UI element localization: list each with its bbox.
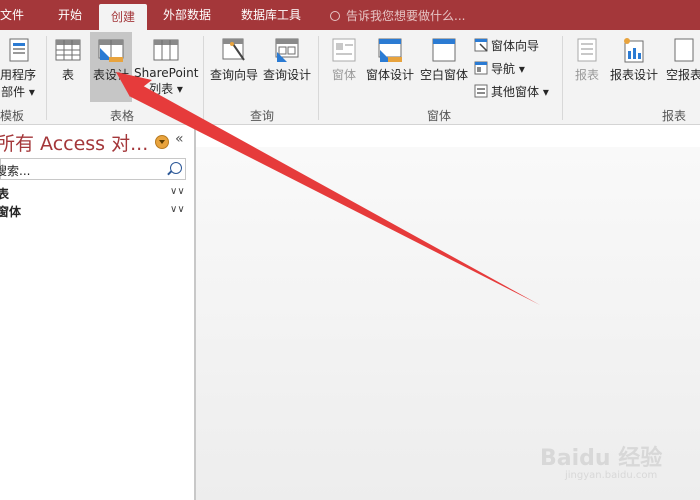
report-label: 报表 <box>574 68 599 82</box>
tell-me-text: 告诉我您想要做什么... <box>346 9 466 23</box>
sharepoint-lists-button[interactable]: SharePoint 列表 ▾ <box>134 32 198 97</box>
nav-pane-menu-icon[interactable] <box>155 135 169 149</box>
blank-form-label: 空白窗体 <box>419 68 468 82</box>
nav-category-tables[interactable]: 表 <box>0 185 9 202</box>
form-button[interactable]: 窗体 <box>328 32 360 83</box>
navigation-icon <box>474 61 488 75</box>
form-wizard-button[interactable]: 窗体向导 <box>474 37 539 54</box>
nav-search-box[interactable]: 搜索... <box>0 158 186 180</box>
report-design-button[interactable]: 报表设计 <box>608 32 660 83</box>
blank-report-button[interactable]: 空报表 <box>662 32 700 83</box>
group-label-queries: 查询 <box>250 109 275 123</box>
tab-file[interactable]: 文件 <box>0 6 24 23</box>
tab-home[interactable]: 开始 <box>58 6 82 23</box>
group-separator <box>318 36 319 120</box>
group-label-reports: 报表 <box>662 109 687 123</box>
application-parts-label-2: 部件 ▾ <box>1 85 35 99</box>
form-wizard-label: 窗体向导 <box>491 39 540 53</box>
group-label-tables: 表格 <box>110 109 135 123</box>
watermark-url: jingyan.baidu.com <box>565 470 658 481</box>
form-wizard-icon <box>474 38 488 52</box>
table-design-label: 表设计 <box>92 68 129 82</box>
group-label-templates: 模板 <box>0 109 25 123</box>
sharepoint-list-icon <box>153 39 179 61</box>
query-design-icon <box>275 38 299 62</box>
report-design-label: 报表设计 <box>609 68 658 82</box>
more-forms-button[interactable]: 其他窗体 ▾ <box>474 83 549 100</box>
application-parts-button[interactable]: 用程序 部件 ▾ <box>0 32 40 100</box>
form-label: 窗体 <box>331 68 356 82</box>
report-design-icon <box>624 38 644 63</box>
ribbon: 用程序 部件 ▾ 模板 表 表设计 SharePoint 列表 ▾ 表格 查询向… <box>0 30 700 125</box>
group-separator <box>46 36 47 120</box>
table-design-button[interactable]: 表设计 <box>90 32 132 102</box>
navigation-button[interactable]: 导航 ▾ <box>474 60 525 77</box>
chevron-down-icon[interactable]: ∨∨ <box>170 186 185 197</box>
blank-form-button[interactable]: 空白窗体 <box>419 32 469 83</box>
nav-search-input[interactable]: 搜索... <box>0 162 30 179</box>
navigation-pane: 所有 Access 对... « 搜索... 表 ∨∨ 窗体 ∨∨ <box>0 125 196 500</box>
nav-pane-collapse-icon[interactable]: « <box>175 131 184 147</box>
form-icon <box>332 38 356 62</box>
table-label: 表 <box>61 68 74 82</box>
sharepoint-label-1: SharePoint <box>134 66 199 80</box>
group-separator <box>562 36 563 120</box>
ribbon-tab-bar: 文件 开始 创建 外部数据 数据库工具 告诉我您想要做什么... <box>0 0 700 30</box>
form-design-label: 窗体设计 <box>365 68 414 82</box>
tab-external-data[interactable]: 外部数据 <box>163 6 211 23</box>
sharepoint-label-2: 列表 ▾ <box>149 82 183 96</box>
query-design-label: 查询设计 <box>262 68 311 82</box>
more-forms-icon <box>474 84 488 98</box>
blank-report-label: 空报表 <box>665 68 700 82</box>
tell-me-box[interactable]: 告诉我您想要做什么... <box>330 7 465 24</box>
nav-pane-title[interactable]: 所有 Access 对... <box>0 129 148 156</box>
table-design-icon <box>98 39 124 62</box>
tab-database-tools[interactable]: 数据库工具 <box>241 6 301 23</box>
table-button[interactable]: 表 <box>52 32 84 83</box>
nav-category-forms[interactable]: 窗体 <box>0 203 21 220</box>
query-design-button[interactable]: 查询设计 <box>262 32 312 83</box>
more-forms-label: 其他窗体 ▾ <box>491 85 549 99</box>
navigation-label: 导航 ▾ <box>491 62 525 76</box>
blank-form-icon <box>432 38 456 62</box>
report-icon <box>577 38 597 62</box>
group-label-forms: 窗体 <box>427 109 452 123</box>
query-wizard-button[interactable]: 查询向导 <box>209 32 259 83</box>
form-design-button[interactable]: 窗体设计 <box>365 32 415 83</box>
query-wizard-label: 查询向导 <box>209 68 258 82</box>
chevron-down-icon[interactable]: ∨∨ <box>170 204 185 215</box>
document-tab-strip <box>196 125 700 147</box>
query-wizard-icon <box>222 38 245 61</box>
group-separator <box>203 36 204 120</box>
application-parts-label-1: 用程序 <box>0 68 36 82</box>
watermark-logo: Baidu 经验 <box>540 446 663 471</box>
tab-create[interactable]: 创建 <box>99 4 148 30</box>
application-parts-icon <box>9 38 29 62</box>
form-design-icon <box>378 38 402 62</box>
blank-report-icon <box>674 38 694 62</box>
table-icon <box>55 39 81 61</box>
report-button[interactable]: 报表 <box>572 32 602 83</box>
lightbulb-icon <box>330 11 340 21</box>
search-icon[interactable] <box>170 162 182 174</box>
